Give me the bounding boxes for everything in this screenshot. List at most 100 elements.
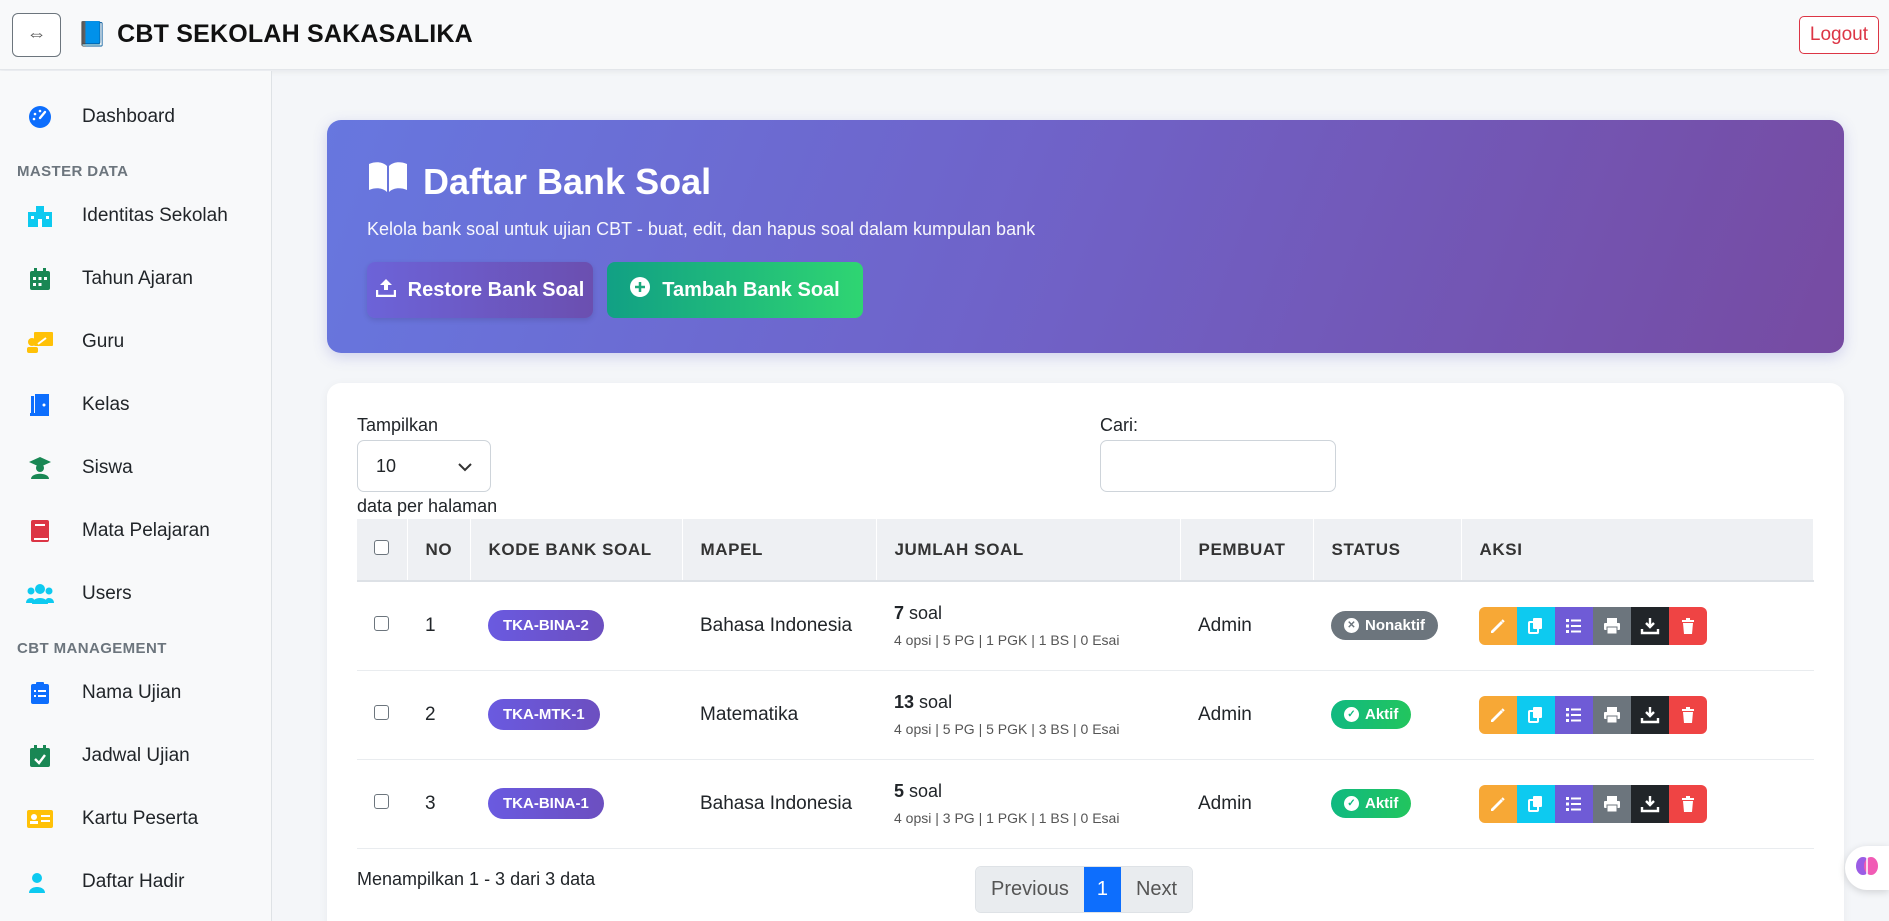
download-button[interactable]: [1631, 606, 1669, 645]
previous-page-button[interactable]: Previous: [976, 867, 1084, 912]
brand[interactable]: 📘 CBT SEKOLAH SAKASALIKA: [77, 20, 473, 49]
duplicate-button[interactable]: [1517, 784, 1555, 823]
header-no[interactable]: NO: [407, 519, 471, 582]
open-book-icon: [367, 160, 409, 203]
row-actions: [1479, 606, 1814, 645]
per-page-label: data per halaman: [357, 496, 498, 516]
header-jumlah[interactable]: JUMLAH SOAL: [876, 519, 1181, 582]
kode-badge: TKA-BINA-1: [488, 788, 604, 819]
jumlah-detail: 4 opsi | 5 PG | 5 PGK | 3 BS | 0 Esai: [894, 721, 1120, 737]
jumlah-count: 5: [894, 781, 905, 801]
printer-icon: [1604, 795, 1620, 812]
list-icon: [1566, 707, 1581, 722]
status-badge[interactable]: ✕ Nonaktif: [1331, 611, 1438, 641]
page-subtitle: Kelola bank soal untuk ujian CBT - buat,…: [367, 219, 1036, 239]
status-badge[interactable]: ✓ Aktif: [1331, 789, 1412, 818]
row-checkbox[interactable]: [374, 793, 389, 809]
calendar-icon: [26, 265, 54, 293]
download-icon: [1640, 706, 1660, 723]
table-row: 3 TKA-BINA-1 Bahasa Indonesia 5 soal 4 opsi …: [357, 759, 1814, 849]
sidebar-item-mata-pelajaran[interactable]: Mata Pelajaran: [0, 499, 271, 562]
trash-icon: [1682, 706, 1694, 723]
list-icon: [1566, 796, 1581, 811]
sidebar-item-kelas[interactable]: Kelas: [0, 373, 271, 436]
header-status[interactable]: STATUS: [1313, 519, 1462, 582]
next-page-button[interactable]: Next: [1120, 867, 1193, 912]
cell-no: 1: [407, 581, 470, 671]
sidebar-item-tahun-ajaran[interactable]: Tahun Ajaran: [0, 247, 271, 310]
page-1-button[interactable]: 1: [1083, 867, 1121, 912]
jumlah-unit: soal: [919, 692, 953, 712]
copy-icon: [1528, 617, 1542, 634]
user-check-icon: [26, 868, 54, 896]
sidebar-toggle-button[interactable]: ⇔: [12, 12, 61, 57]
logout-button[interactable]: Logout: [1798, 16, 1879, 54]
jumlah-unit: soal: [909, 781, 943, 801]
check-circle-icon: ✓: [1344, 796, 1359, 811]
row-checkbox[interactable]: [374, 704, 389, 720]
list-icon: [1566, 618, 1581, 633]
edit-button[interactable]: [1479, 606, 1517, 645]
delete-button[interactable]: [1669, 695, 1707, 734]
print-button[interactable]: [1593, 606, 1631, 645]
sidebar-item-nama-ujian[interactable]: Nama Ujian: [0, 661, 271, 724]
jumlah-soal: 5 soal: [894, 781, 1180, 802]
row-checkbox[interactable]: [374, 615, 389, 631]
status-label: Aktif: [1365, 795, 1399, 812]
cell-pembuat: Admin: [1180, 670, 1313, 760]
select-all-checkbox[interactable]: [374, 539, 389, 555]
door-icon: [26, 391, 54, 419]
table-row: 1 TKA-BINA-2 Bahasa Indonesia 7 soal 4 opsi …: [357, 581, 1814, 671]
page-size-select[interactable]: 10: [357, 440, 491, 492]
top-navbar: ⇔ 📘 CBT SEKOLAH SAKASALIKA Logout: [0, 0, 1889, 70]
speedometer-icon: [26, 103, 54, 131]
search-input[interactable]: [1100, 440, 1336, 492]
jumlah-count: 7: [894, 603, 905, 624]
book-icon: [26, 517, 54, 545]
cell-mapel: Matematika: [682, 670, 876, 760]
table-header-row: NO KODE BANK SOAL MAPEL JUMLAH SOAL PEMB…: [357, 519, 1814, 582]
sidebar-item-siswa[interactable]: Siswa: [0, 436, 271, 499]
delete-button[interactable]: [1669, 606, 1707, 645]
id-card-icon: [26, 805, 54, 833]
sidebar-item-kartu-peserta[interactable]: Kartu Peserta: [0, 787, 271, 850]
duplicate-button[interactable]: [1517, 695, 1555, 734]
sidebar-item-label: Users: [82, 582, 132, 604]
table-row: 2 TKA-MTK-1 Matematika 13 soal 4 opsi | 5 PG…: [357, 670, 1814, 760]
header-mapel[interactable]: MAPEL: [682, 519, 877, 582]
add-bank-soal-button[interactable]: Tambah Bank Soal: [607, 262, 863, 318]
sidebar-item-label: Daftar Hadir: [82, 870, 185, 892]
sidebar-item-dashboard[interactable]: Dashboard: [0, 85, 271, 148]
header-kode[interactable]: KODE BANK SOAL: [470, 519, 683, 582]
list-soal-button[interactable]: [1555, 695, 1593, 734]
search-label: Cari:: [1100, 415, 1139, 435]
status-label: Aktif: [1365, 706, 1399, 723]
page-title-text: Daftar Bank Soal: [423, 160, 712, 202]
print-button[interactable]: [1593, 784, 1631, 823]
floating-brain-button[interactable]: [1845, 846, 1889, 890]
cell-no: 2: [407, 670, 470, 760]
sidebar-item-guru[interactable]: Guru: [0, 310, 271, 373]
edit-button[interactable]: [1479, 784, 1517, 823]
sidebar-item-daftar-hadir[interactable]: Daftar Hadir: [0, 850, 271, 913]
edit-button[interactable]: [1479, 695, 1517, 734]
sidebar-item-users[interactable]: Users: [0, 562, 271, 625]
list-soal-button[interactable]: [1555, 784, 1593, 823]
header-pembuat[interactable]: PEMBUAT: [1180, 519, 1314, 582]
sidebar-item-label: Dashboard: [82, 105, 175, 127]
download-button[interactable]: [1631, 784, 1669, 823]
status-badge[interactable]: ✓ Aktif: [1331, 700, 1412, 729]
check-circle-icon: ✓: [1344, 707, 1359, 722]
download-button[interactable]: [1631, 695, 1669, 734]
pencil-icon: [1491, 707, 1505, 722]
list-soal-button[interactable]: [1555, 606, 1593, 645]
sidebar-item-jadwal-ujian[interactable]: Jadwal Ujian: [0, 724, 271, 787]
restore-bank-soal-button[interactable]: Restore Bank Soal: [367, 262, 593, 318]
duplicate-button[interactable]: [1517, 606, 1555, 645]
cell-no: 3: [407, 759, 470, 849]
bank-soal-card: Tampilkan 10 data per halaman Cari: NO K…: [327, 383, 1844, 921]
sidebar-item-label: Nama Ujian: [82, 681, 182, 703]
delete-button[interactable]: [1669, 784, 1707, 823]
print-button[interactable]: [1593, 695, 1631, 734]
sidebar-item-identitas-sekolah[interactable]: Identitas Sekolah: [0, 184, 271, 247]
